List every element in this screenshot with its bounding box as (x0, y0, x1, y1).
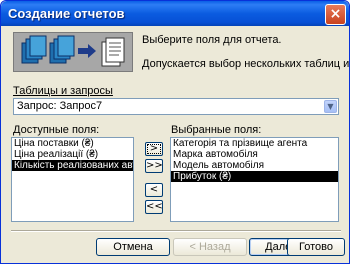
list-item[interactable]: Ціна поставки (₴) (12, 138, 133, 149)
add-field-button[interactable]: > (145, 142, 163, 156)
window-title: Создание отчетов (8, 6, 125, 21)
footer-divider (11, 230, 341, 232)
close-icon[interactable]: × (325, 4, 346, 25)
selected-fields-list[interactable]: Категорія та прізвище агента Марка автом… (170, 137, 339, 222)
tables-select-value: Запрос: Запрос7 (17, 100, 103, 112)
chevron-down-icon[interactable]: ▼ (324, 100, 337, 113)
available-label: Доступные поля: (13, 124, 100, 136)
info-line-1: Выберите поля для отчета. (142, 34, 282, 46)
remove-field-button[interactable]: < (145, 183, 163, 197)
info-line-2: Допускается выбор нескольких таблиц или … (142, 58, 350, 70)
list-item[interactable]: Ціна реалізації (₴) (12, 149, 133, 160)
list-item[interactable]: Кількість реалізованих авто (12, 160, 133, 171)
cancel-button[interactable]: Отмена (96, 238, 170, 256)
tables-label: Таблицы и запросы (13, 85, 113, 97)
list-item[interactable]: Категорія та прізвище агента (171, 138, 338, 149)
remove-all-fields-button[interactable]: << (145, 200, 163, 214)
list-item[interactable]: Марка автомобіля (171, 149, 338, 160)
title-bar[interactable]: Создание отчетов × (1, 1, 349, 26)
add-all-fields-button[interactable]: >> (145, 159, 163, 173)
back-button[interactable]: < Назад (173, 238, 247, 256)
report-wizard-dialog: Создание отчетов × Выберите поля для отч… (0, 0, 350, 264)
list-item[interactable]: Прибуток (₴) (171, 171, 338, 182)
tables-select[interactable]: Запрос: Запрос7 ▼ (13, 98, 339, 115)
wizard-illustration (13, 32, 133, 72)
list-item[interactable]: Модель автомобіля (171, 160, 338, 171)
available-fields-list[interactable]: Ціна поставки (₴) Ціна реалізації (₴) Кі… (11, 137, 134, 222)
finish-button[interactable]: Готово (287, 238, 345, 256)
selected-label: Выбранные поля: (171, 124, 262, 136)
